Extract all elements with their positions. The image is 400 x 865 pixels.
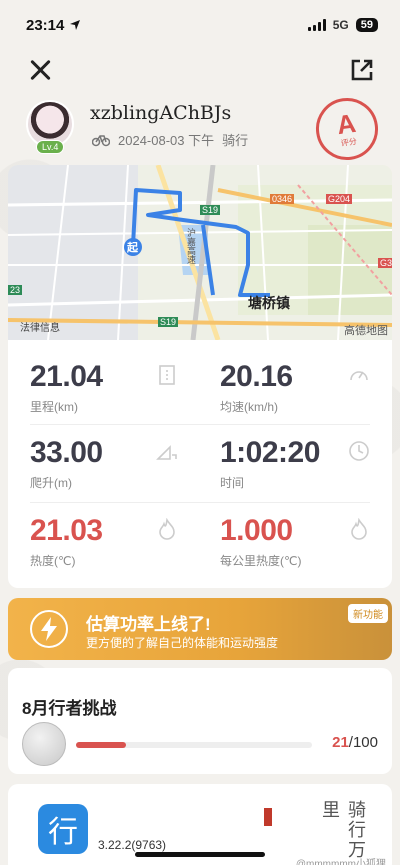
power-estimate-banner[interactable]: 估算功率上线了! 更方便的了解自己的体能和运动强度 新功能 — [8, 598, 392, 660]
status-time: 23:14 — [26, 16, 65, 34]
map-legal-link[interactable]: 法律信息 — [20, 319, 60, 334]
share-icon[interactable] — [350, 58, 374, 82]
bicycle-icon — [92, 134, 110, 146]
map-road-g3: G3 — [378, 258, 392, 268]
level-badge: Lv.4 — [36, 140, 65, 154]
signal-icon — [307, 19, 326, 31]
status-time-group: 23:14 — [26, 17, 81, 34]
home-indicator — [135, 852, 265, 857]
map-canvas — [8, 165, 392, 340]
app-logo: 行 — [38, 804, 88, 854]
stats-divider — [30, 502, 370, 503]
stat-label: 里程(km) — [30, 400, 78, 414]
challenge-current: 21 — [332, 734, 349, 751]
map-start-marker: 起 — [127, 242, 138, 254]
challenge-progress-fill — [76, 742, 126, 748]
status-bar: 23:14 5G 59 — [0, 0, 400, 50]
new-feature-badge: 新功能 — [348, 604, 388, 623]
speedometer-icon — [350, 371, 368, 381]
top-nav — [0, 52, 400, 90]
stats-card: 21.04 里程(km) 20.16 均速(km/h) 33.00 爬升(m) … — [8, 340, 392, 588]
map-expressway-label: 沪嘉高速 — [186, 228, 196, 264]
route-map[interactable]: 起 塘桥镇 S19 S19 0346 G204 G3 23 沪嘉高速 法律信息 … — [8, 165, 392, 340]
flame-icon — [159, 518, 175, 540]
challenge-progress-bar — [76, 742, 312, 748]
map-place-label: 塘桥镇 — [248, 295, 290, 311]
map-road-g204: G204 — [326, 194, 353, 204]
stat-label: 每公里热度(℃) — [220, 554, 302, 568]
stat-label: 爬升(m) — [30, 476, 72, 490]
challenge-total: /100 — [348, 734, 378, 751]
lightning-icon — [30, 610, 68, 648]
clock-icon — [349, 441, 369, 461]
stat-label: 时间 — [220, 476, 245, 490]
flame-outline-icon — [351, 518, 367, 540]
map-road-s19-bottom: S19 — [158, 317, 179, 327]
banner-title: 估算功率上线了! — [86, 615, 211, 634]
grade-label: 评分 — [340, 136, 358, 148]
map-road-23: 23 — [8, 285, 23, 295]
map-road-0346: 0346 — [270, 194, 295, 204]
grade-letter: A — [334, 107, 358, 140]
activity-datetime: 2024-08-03 下午 — [118, 133, 215, 148]
activity-meta: 2024-08-03 下午 骑行 — [92, 130, 248, 149]
climb-icon — [156, 445, 177, 460]
username: xzblingAChBJs — [90, 102, 232, 124]
network-type: 5G — [332, 18, 349, 32]
watermark: @mmmmmm小狐狸 — [295, 859, 386, 865]
medal-icon — [22, 722, 66, 766]
map-attribution: 高德地图 — [344, 325, 388, 337]
status-indicators: 5G 59 — [307, 18, 378, 32]
stats-divider — [30, 424, 370, 425]
map-road-s19-top: S19 — [200, 205, 221, 215]
seal-stamp — [264, 808, 272, 826]
close-icon[interactable] — [26, 56, 54, 84]
banner-subtitle: 更方便的了解自己的体能和运动强度 — [86, 636, 279, 650]
challenge-progress-text: 21/100 — [332, 734, 378, 751]
activity-type: 骑行 — [222, 133, 249, 148]
stat-label: 热度(℃) — [30, 554, 76, 568]
profile-header: Lv.4 xzblingAChBJs 2024-08-03 下午 骑行 A 评分 — [22, 93, 383, 165]
monthly-challenge-card[interactable]: 8月行者挑战 21/100 — [8, 668, 392, 774]
challenge-title: 8月行者挑战 — [22, 699, 117, 718]
stat-label: 均速(km/h) — [220, 400, 278, 414]
location-arrow-icon — [70, 20, 81, 30]
grade-stamp: A 评分 — [311, 93, 383, 165]
distance-icon — [159, 365, 175, 385]
app-version: 3.22.2(9763) — [98, 838, 167, 852]
battery-icon: 59 — [355, 18, 378, 32]
